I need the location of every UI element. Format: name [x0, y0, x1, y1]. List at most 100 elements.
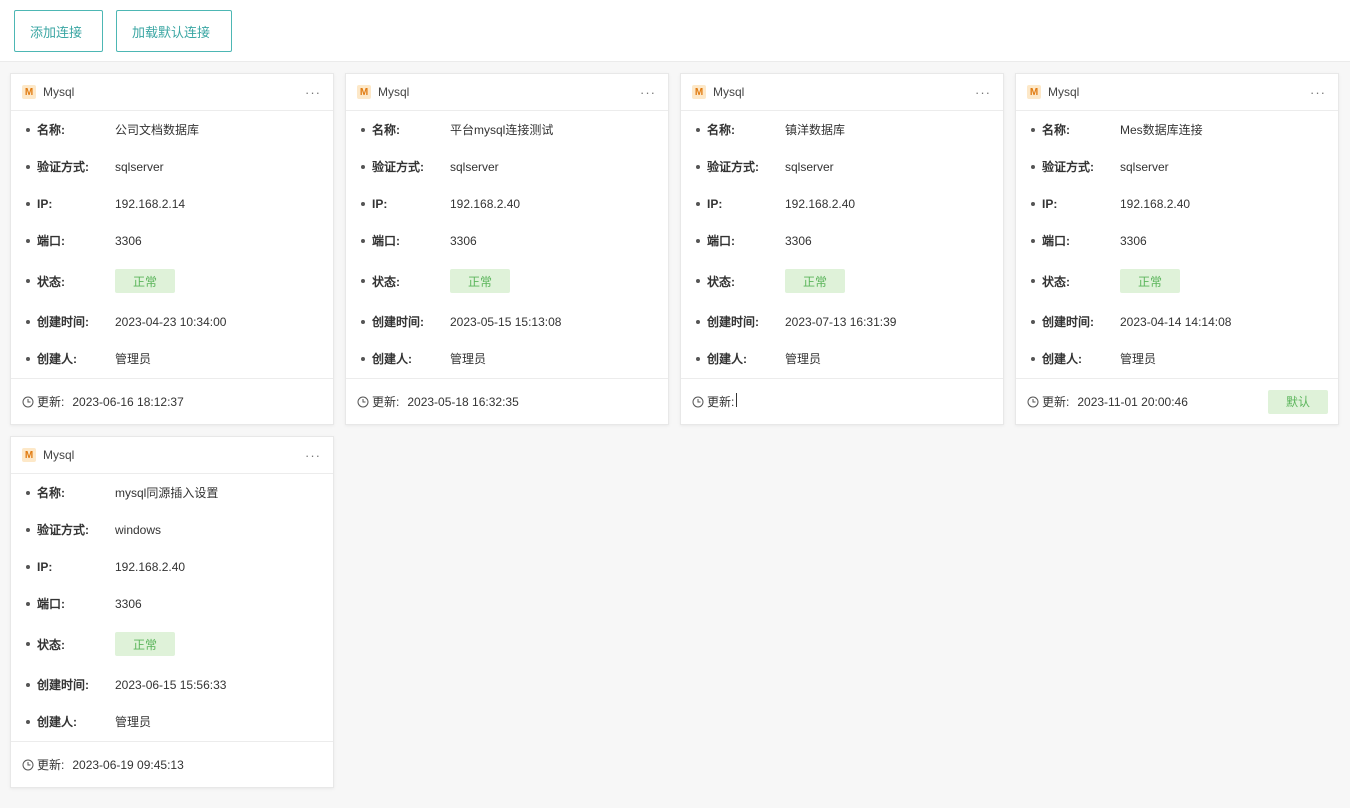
field-value-port: 3306 [450, 233, 477, 248]
updated-label: 更新: [37, 758, 65, 772]
bullet-dot [1031, 238, 1035, 243]
field-label: 验证方式: [372, 160, 424, 174]
bullet-dot [361, 279, 365, 283]
default-badge[interactable]: 默认 [1268, 389, 1328, 414]
bullet-dot [26, 319, 30, 324]
mysql-icon: M [357, 85, 371, 99]
card-footer: 更新: 2023-11-01 20:00:46 默认 [1016, 378, 1338, 424]
field-label: 创建人: [37, 715, 77, 729]
field-value-creator: 管理员 [450, 352, 487, 366]
bullet-dot [361, 201, 365, 206]
field-label: 创建人: [1042, 352, 1082, 366]
field-value-auth: sqlserver [1120, 159, 1169, 174]
clock-icon [357, 396, 369, 407]
field-label: 创建人: [707, 352, 747, 366]
bullet-dot [361, 164, 365, 169]
field-label: 端口: [707, 234, 735, 248]
status-badge: 正常 [785, 269, 845, 293]
bullet-dot [361, 238, 365, 243]
bullet-dot [26, 601, 30, 606]
bullet-dot [361, 127, 365, 132]
more-menu-icon[interactable]: ··· [305, 448, 321, 463]
field-row-creator: 创建人: 管理员 [1031, 340, 1338, 377]
field-value-auth: sqlserver [785, 159, 834, 174]
field-value-auth: sqlserver [115, 159, 164, 174]
field-label: IP: [372, 196, 388, 211]
bullet-dot [361, 356, 365, 361]
card-body: 名称: mysql同源插入设置 验证方式: windows IP: 192.16… [11, 474, 333, 740]
mysql-icon: M [22, 85, 36, 99]
field-row-ip: IP: 192.168.2.40 [696, 185, 1003, 222]
field-value-name: Mes数据库连接 [1120, 123, 1203, 137]
more-menu-icon[interactable]: ··· [975, 85, 991, 100]
field-row-creator: 创建人: 管理员 [26, 703, 333, 740]
field-value-name: mysql同源插入设置 [115, 486, 219, 500]
field-value-ip: 192.168.2.40 [1120, 196, 1191, 211]
field-value-created-time: 2023-07-13 16:31:39 [785, 314, 897, 329]
field-row-port: 端口: 3306 [696, 222, 1003, 259]
connection-card[interactable]: M Mysql ··· 名称: mysql同源插入设置 验证方式: window… [10, 436, 334, 788]
updated-label: 更新: [37, 395, 65, 409]
db-type-label: Mysql [43, 448, 75, 462]
field-row-auth: 验证方式: sqlserver [696, 148, 1003, 185]
field-label: 创建时间: [372, 315, 424, 329]
field-label: 创建时间: [707, 315, 759, 329]
status-badge: 正常 [1120, 269, 1180, 293]
field-row-name: 名称: 平台mysql连接测试 [361, 111, 668, 148]
field-label: 状态: [372, 274, 400, 289]
bullet-dot [696, 319, 700, 324]
connection-card[interactable]: M Mysql ··· 名称: 镇洋数据库 验证方式: sqlserver IP… [680, 73, 1004, 425]
db-type-label: Mysql [43, 85, 75, 99]
field-row-created-time: 创建时间: 2023-05-15 15:13:08 [361, 303, 668, 340]
field-row-status: 状态: 正常 [696, 259, 1003, 303]
field-value-name: 镇洋数据库 [785, 123, 846, 137]
field-label: 创建时间: [37, 315, 89, 329]
text-cursor [736, 393, 738, 407]
field-label: IP: [37, 559, 53, 574]
db-type-label: Mysql [1048, 85, 1080, 99]
field-row-created-time: 创建时间: 2023-04-14 14:14:08 [1031, 303, 1338, 340]
field-label: IP: [37, 196, 53, 211]
field-label: 端口: [372, 234, 400, 248]
bullet-dot [26, 490, 30, 495]
bullet-dot [26, 527, 30, 532]
bullet-dot [696, 201, 700, 206]
connection-card[interactable]: M Mysql ··· 名称: 公司文档数据库 验证方式: sqlserver … [10, 73, 334, 425]
field-value-creator: 管理员 [1120, 352, 1157, 366]
bullet-dot [26, 682, 30, 687]
field-value-ip: 192.168.2.14 [115, 196, 186, 211]
field-row-name: 名称: 镇洋数据库 [696, 111, 1003, 148]
field-label: 状态: [37, 637, 65, 652]
field-value-creator: 管理员 [115, 715, 152, 729]
card-body: 名称: 平台mysql连接测试 验证方式: sqlserver IP: 192.… [346, 111, 668, 377]
more-menu-icon[interactable]: ··· [640, 85, 656, 100]
mysql-icon: M [22, 448, 36, 462]
field-value-creator: 管理员 [115, 352, 152, 366]
status-badge: 正常 [115, 632, 175, 656]
connection-card[interactable]: M Mysql ··· 名称: 平台mysql连接测试 验证方式: sqlser… [345, 73, 669, 425]
bullet-dot [696, 279, 700, 283]
field-value-ip: 192.168.2.40 [785, 196, 856, 211]
updated-value: 2023-06-19 09:45:13 [72, 757, 184, 772]
more-menu-icon[interactable]: ··· [305, 85, 321, 100]
connection-card[interactable]: M Mysql ··· 名称: Mes数据库连接 验证方式: sqlserver… [1015, 73, 1339, 425]
field-row-created-time: 创建时间: 2023-07-13 16:31:39 [696, 303, 1003, 340]
field-row-port: 端口: 3306 [1031, 222, 1338, 259]
field-label: 验证方式: [37, 523, 89, 537]
bullet-dot [696, 164, 700, 169]
add-connection-button[interactable]: 添加连接 [14, 10, 103, 52]
field-row-created-time: 创建时间: 2023-06-15 15:56:33 [26, 666, 333, 703]
updated-value: 2023-05-18 16:32:35 [407, 394, 519, 409]
bullet-dot [696, 356, 700, 361]
field-label: IP: [707, 196, 723, 211]
updated-value: 2023-11-01 20:00:46 [1077, 394, 1188, 409]
updated-label: 更新: [372, 395, 400, 409]
field-value-created-time: 2023-04-23 10:34:00 [115, 314, 227, 329]
more-menu-icon[interactable]: ··· [1310, 85, 1326, 100]
field-label: 端口: [37, 234, 65, 248]
status-badge: 正常 [450, 269, 510, 293]
load-default-connection-button[interactable]: 加载默认连接 [116, 10, 232, 52]
field-label: 创建时间: [1042, 315, 1094, 329]
field-row-name: 名称: mysql同源插入设置 [26, 474, 333, 511]
field-value-port: 3306 [115, 596, 142, 611]
